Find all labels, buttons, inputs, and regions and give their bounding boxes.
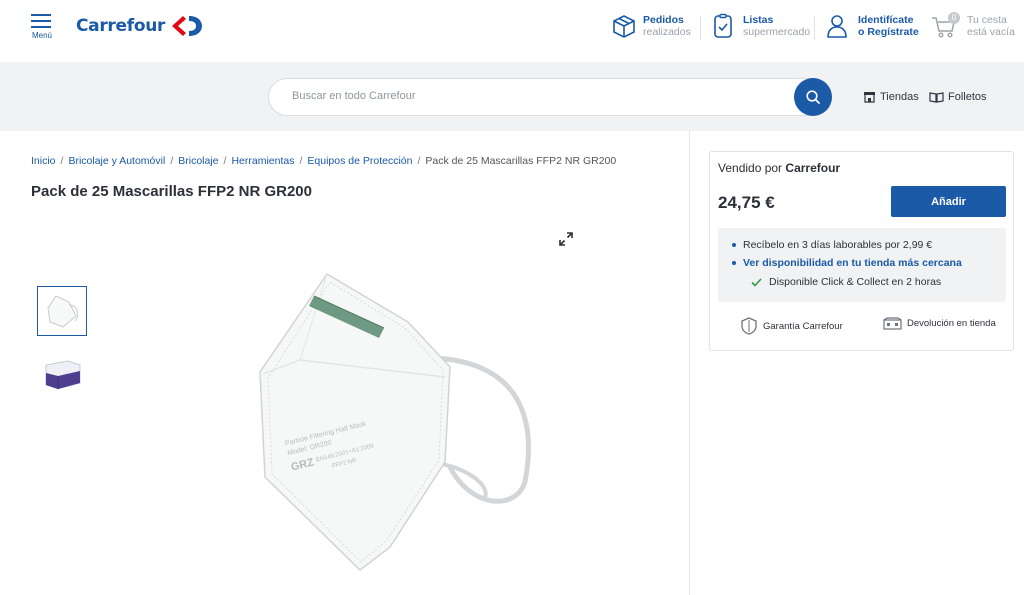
hamburger-icon bbox=[31, 14, 53, 28]
carrefour-logo[interactable]: Carrefour bbox=[76, 14, 205, 38]
book-icon bbox=[929, 92, 944, 103]
search-input[interactable] bbox=[292, 90, 772, 102]
user-icon bbox=[827, 15, 847, 38]
search-icon bbox=[806, 90, 820, 104]
product-main-image: Particle Filtering Half Mask Model: GR20… bbox=[259, 272, 531, 571]
menu-label: Menú bbox=[31, 31, 52, 40]
seller-name: Carrefour bbox=[785, 161, 841, 175]
product-title: Pack de 25 Mascarillas FFP2 NR GR200 bbox=[31, 183, 312, 200]
expand-icon bbox=[559, 232, 573, 246]
product-price: 24,75 € bbox=[718, 193, 775, 212]
delivery-info-box: Recíbelo en 3 días laborables por 2,99 €… bbox=[718, 228, 1006, 302]
orders-title: Pedidos bbox=[643, 14, 684, 26]
account-title: Identifícate bbox=[858, 14, 914, 26]
box-icon bbox=[613, 15, 635, 38]
clipboard-check-icon bbox=[714, 13, 732, 38]
delivery-text: Recíbelo en 3 días laborables por 2,99 € bbox=[743, 239, 933, 251]
logo-text: Carrefour bbox=[76, 16, 166, 36]
click-collect-text: Disponible Click & Collect en 2 horas bbox=[769, 276, 942, 288]
guarantee-badge[interactable]: Garantía Carrefour bbox=[740, 317, 843, 335]
click-collect-row: Disponible Click & Collect en 2 horas bbox=[751, 276, 941, 288]
breadcrumb-link[interactable]: Equipos de Protección bbox=[307, 155, 412, 167]
cart-link[interactable]: 0 Tu cesta está vacía bbox=[931, 12, 1015, 39]
menu-button[interactable]: Menú bbox=[31, 14, 53, 40]
expand-image-button[interactable] bbox=[559, 232, 573, 251]
shield-icon bbox=[741, 317, 757, 335]
check-icon bbox=[751, 277, 762, 287]
store-icon bbox=[864, 92, 875, 103]
column-divider bbox=[689, 131, 690, 595]
box-thumbnail-image bbox=[45, 360, 81, 390]
cart-count-badge: 0 bbox=[948, 12, 960, 24]
cart-title: Tu cesta bbox=[967, 14, 1007, 26]
cart-icon-wrap: 0 bbox=[931, 12, 961, 39]
header-separator bbox=[814, 16, 815, 40]
top-header: Menú Carrefour Pedidos realizados Listas… bbox=[0, 0, 1024, 62]
breadcrumb-link[interactable]: Bricolaje y Automóvil bbox=[68, 155, 165, 167]
lists-title: Listas bbox=[743, 14, 774, 26]
buy-box: Vendido por Carrefour 24,75 € Añadir Rec… bbox=[709, 151, 1014, 351]
breadcrumb-current: Pack de 25 Mascarillas FFP2 NR GR200 bbox=[425, 155, 617, 167]
lists-link[interactable]: Listas supermercado bbox=[711, 13, 810, 39]
leaflets-link[interactable]: Folletos bbox=[929, 91, 987, 103]
availability-row: Ver disponibilidad en tu tienda más cerc… bbox=[732, 257, 962, 269]
stores-label: Tiendas bbox=[880, 91, 919, 103]
leaflets-label: Folletos bbox=[948, 91, 987, 103]
account-subtitle: o Regístrate bbox=[858, 26, 919, 38]
sold-by-label: Vendido por bbox=[718, 161, 783, 175]
thumbnail-mask[interactable] bbox=[37, 286, 87, 336]
account-link[interactable]: Identifícate o Regístrate bbox=[826, 13, 919, 39]
bullet-icon bbox=[732, 261, 736, 265]
delivery-row: Recíbelo en 3 días laborables por 2,99 € bbox=[732, 239, 932, 251]
breadcrumb-link[interactable]: Inicio bbox=[31, 155, 56, 167]
search-button[interactable] bbox=[794, 78, 832, 116]
carrefour-logo-icon bbox=[172, 16, 203, 36]
lists-subtitle: supermercado bbox=[743, 26, 811, 38]
returns-label: Devolución en tienda bbox=[907, 318, 996, 329]
add-to-cart-button[interactable]: Añadir bbox=[891, 186, 1006, 217]
breadcrumb: Inicio / Bricolaje y Automóvil / Bricolaje / H… bbox=[31, 155, 617, 167]
availability-link[interactable]: Ver disponibilidad en tu tienda más cerc… bbox=[743, 257, 962, 269]
bullet-icon bbox=[732, 243, 736, 247]
search-box[interactable] bbox=[268, 78, 831, 116]
breadcrumb-link[interactable]: Bricolaje bbox=[178, 155, 218, 167]
orders-subtitle: realizados bbox=[643, 26, 691, 38]
breadcrumb-link[interactable]: Herramientas bbox=[231, 155, 294, 167]
store-return-icon bbox=[883, 317, 902, 330]
header-separator bbox=[700, 16, 701, 40]
orders-link[interactable]: Pedidos realizados bbox=[611, 13, 691, 39]
cart-subtitle: está vacía bbox=[967, 26, 1015, 38]
stores-link[interactable]: Tiendas bbox=[863, 91, 919, 103]
returns-badge[interactable]: Devolución en tienda bbox=[883, 317, 996, 330]
seller-info: Vendido por Carrefour bbox=[718, 161, 840, 175]
mask-thumbnail-image bbox=[47, 295, 79, 328]
guarantee-label: Garantía Carrefour bbox=[763, 320, 843, 332]
thumbnail-box[interactable] bbox=[37, 348, 87, 398]
